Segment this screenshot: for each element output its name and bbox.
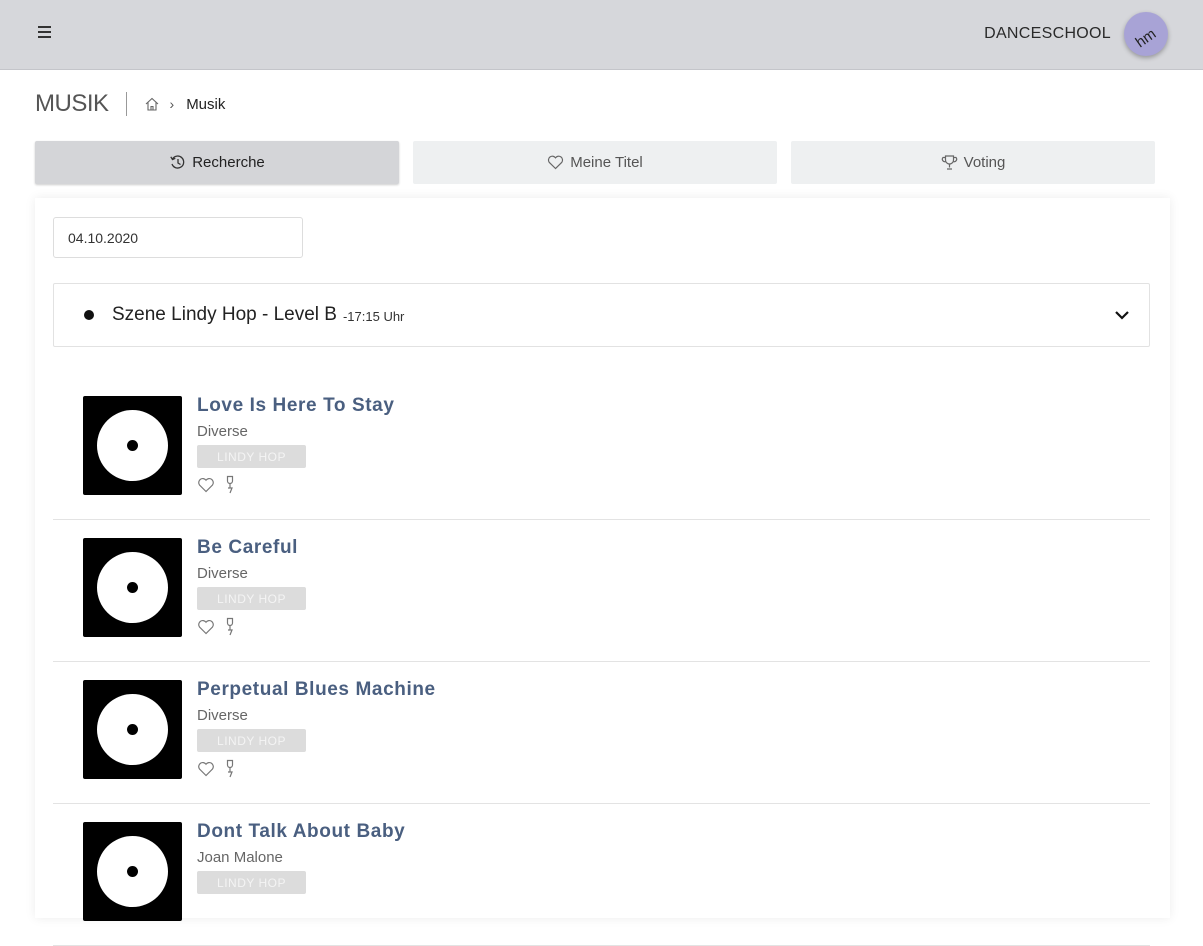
avatar-initials: hm xyxy=(1132,25,1159,51)
list-item: Perpetual Blues Machine Diverse LINDY HO… xyxy=(53,662,1150,804)
chevron-down-icon[interactable] xyxy=(1113,306,1131,324)
header-divider xyxy=(125,92,127,116)
tab-voting[interactable]: Voting xyxy=(791,141,1155,184)
tab-label: Meine Titel xyxy=(570,154,643,171)
session-name: Szene Lindy Hop - Level B xyxy=(112,304,337,325)
track-title[interactable]: Perpetual Blues Machine xyxy=(197,679,436,701)
record-cover-icon xyxy=(83,396,182,495)
breadcrumb-current: Musik xyxy=(186,95,226,113)
hamburger-menu-icon[interactable] xyxy=(38,26,54,42)
heart-icon xyxy=(548,155,564,170)
trophy-icon xyxy=(941,155,957,170)
date-field[interactable] xyxy=(53,217,303,258)
heart-icon[interactable] xyxy=(197,477,215,493)
vote-icon[interactable] xyxy=(223,759,237,778)
heart-icon[interactable] xyxy=(197,619,215,635)
tab-bar: Recherche Meine Titel Voting xyxy=(35,141,1155,184)
list-item: Love Is Here To Stay Diverse LINDY HOP xyxy=(53,378,1150,520)
track-artist: Joan Malone xyxy=(197,849,283,866)
record-cover-icon xyxy=(83,680,182,779)
avatar[interactable]: hm xyxy=(1124,12,1168,56)
genre-tag: LINDY HOP xyxy=(197,871,306,894)
track-title[interactable]: Dont Talk About Baby xyxy=(197,821,405,843)
track-title[interactable]: Love Is Here To Stay xyxy=(197,395,395,417)
session-accordion[interactable]: Szene Lindy Hop - Level B -17:15 Uhr xyxy=(53,283,1150,347)
page-header: MUSIK › Musik xyxy=(35,90,225,118)
record-cover-icon xyxy=(83,822,182,921)
content-panel: Szene Lindy Hop - Level B -17:15 Uhr Lov… xyxy=(35,198,1170,946)
heart-icon[interactable] xyxy=(197,761,215,777)
track-title[interactable]: Be Careful xyxy=(197,537,298,559)
tab-meine-titel[interactable]: Meine Titel xyxy=(413,141,777,184)
record-cover-icon xyxy=(83,538,182,637)
page-title: MUSIK xyxy=(35,90,109,117)
tab-recherche[interactable]: Recherche xyxy=(35,141,399,184)
history-icon xyxy=(170,155,185,169)
top-bar: DANCESCHOOL hm xyxy=(0,0,1203,70)
genre-tag: LINDY HOP xyxy=(197,587,306,610)
school-name: DANCESCHOOL xyxy=(984,25,1111,42)
session-time: -17:15 Uhr xyxy=(342,308,405,324)
tab-label: Recherche xyxy=(192,154,265,171)
genre-tag: LINDY HOP xyxy=(197,729,306,752)
bullet-icon xyxy=(84,310,94,320)
vote-icon[interactable] xyxy=(223,475,237,494)
list-item: Be Careful Diverse LINDY HOP xyxy=(53,520,1150,662)
tab-label: Voting xyxy=(963,154,1006,171)
genre-tag: LINDY HOP xyxy=(197,445,306,468)
track-list: Love Is Here To Stay Diverse LINDY HOP B… xyxy=(53,378,1150,946)
track-artist: Diverse xyxy=(197,423,248,440)
home-icon[interactable] xyxy=(144,96,160,112)
vote-icon[interactable] xyxy=(223,617,237,636)
track-artist: Diverse xyxy=(197,565,248,582)
track-artist: Diverse xyxy=(197,707,248,724)
breadcrumb-chevron-icon: › xyxy=(169,96,175,112)
list-item: Dont Talk About Baby Joan Malone LINDY H… xyxy=(53,804,1150,946)
